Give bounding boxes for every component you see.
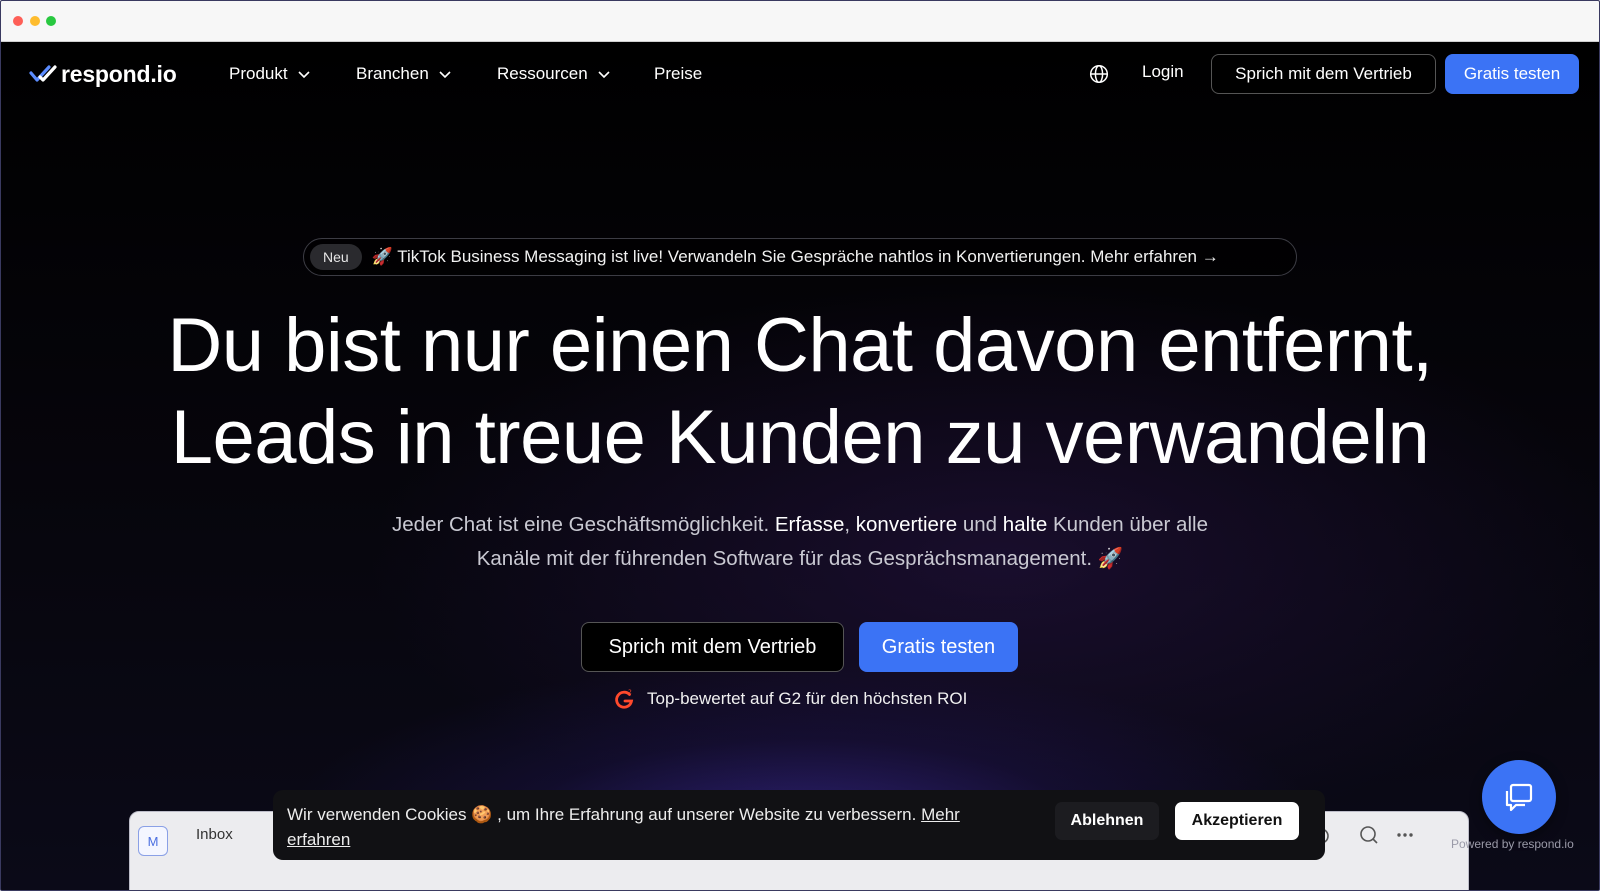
nav-item-preise[interactable]: Preise — [654, 62, 702, 86]
announcement-text: 🚀 TikTok Business Messaging ist live! Ve… — [371, 247, 1219, 266]
g2-text: Top-bewertet auf G2 für den höchsten ROI — [647, 689, 968, 708]
headline-line-1: Du bist nur einen Chat davon entfernt, — [167, 303, 1433, 388]
sub-emphasis: konvertiere — [855, 513, 958, 536]
headline-line-2: Leads in treue Kunden zu verwandeln — [170, 395, 1430, 480]
accept-cookies-button[interactable]: Akzeptieren — [1175, 802, 1299, 840]
logo-text: respond.io — [61, 60, 177, 87]
g2-rating: 2 Top-bewertet auf G2 für den höchsten R… — [613, 688, 967, 710]
respond-logo[interactable]: respond.io — [29, 59, 177, 89]
g2-logo-icon: 2 — [615, 689, 634, 709]
announcement-banner[interactable]: Neu 🚀 TikTok Business Messaging ist live… — [303, 238, 1297, 276]
nav-item-label: Produkt — [229, 64, 288, 83]
more-options-icon — [1397, 833, 1413, 837]
new-badge: Neu — [310, 244, 362, 270]
cookie-banner: Wir verwenden Cookies 🍪 , um Ihre Erfahr… — [273, 790, 1325, 860]
nav-item-ressourcen[interactable]: Ressourcen — [497, 62, 612, 86]
nav-item-label: Preise — [654, 64, 703, 83]
nav-item-produkt[interactable]: Produkt — [229, 62, 312, 86]
sub-emphasis: Erfasse — [774, 513, 845, 536]
hero-headline: Du bist nur einen Chat davon entfernt, L… — [1, 300, 1599, 484]
sub-text: und — [957, 513, 1003, 536]
decline-cookies-button[interactable]: Ablehnen — [1055, 802, 1159, 840]
globe-icon[interactable] — [1089, 64, 1109, 84]
browser-window: respond.io Produkt Branchen Ressourcen P… — [0, 0, 1600, 891]
nav-item-label: Branchen — [356, 64, 429, 83]
web-page: respond.io Produkt Branchen Ressourcen P… — [1, 42, 1599, 890]
search-icon — [1360, 826, 1378, 844]
cookie-message: Wir verwenden Cookies 🍪 , um Ihre Erfahr… — [287, 805, 922, 824]
sub-text: , — [844, 513, 856, 536]
hero-subheadline: Jeder Chat ist eine Geschäftsmöglichkeit… — [1, 508, 1599, 576]
minimize-window-button[interactable] — [30, 16, 40, 26]
login-link[interactable]: Login — [1142, 62, 1184, 82]
close-window-button[interactable] — [13, 16, 23, 26]
nav-sales-button[interactable]: Sprich mit dem Vertrieb — [1211, 54, 1436, 94]
chevron-down-icon — [439, 71, 451, 79]
sub-text-line-2: Kanäle mit der führenden Software für da… — [476, 547, 1124, 570]
sub-text: Kunden über alle — [1047, 513, 1208, 536]
logo-checkmark-icon — [29, 65, 57, 82]
cookie-text: Wir verwenden Cookies 🍪 , um Ihre Erfahr… — [287, 802, 1027, 852]
nav-trial-button[interactable]: Gratis testen — [1445, 54, 1579, 94]
workspace-avatar: M — [138, 826, 168, 856]
sub-text: Jeder Chat ist eine Geschäftsmöglichkeit… — [392, 513, 775, 536]
window-titlebar — [1, 1, 1599, 42]
svg-text:2: 2 — [628, 689, 632, 696]
hero-sales-button[interactable]: Sprich mit dem Vertrieb — [581, 622, 844, 672]
top-navigation: respond.io Produkt Branchen Ressourcen P… — [1, 42, 1599, 122]
nav-item-label: Ressourcen — [497, 64, 588, 83]
chat-bubble-icon — [1505, 783, 1533, 812]
nav-item-branchen[interactable]: Branchen — [356, 62, 453, 86]
sub-emphasis: halte — [1002, 513, 1048, 536]
powered-by-label: Powered by respond.io — [1451, 837, 1574, 851]
chat-widget-button[interactable] — [1482, 760, 1556, 834]
maximize-window-button[interactable] — [46, 16, 56, 26]
hero-trial-button[interactable]: Gratis testen — [859, 622, 1018, 672]
inbox-label: Inbox — [196, 826, 233, 843]
chevron-down-icon — [598, 71, 610, 79]
chevron-down-icon — [298, 71, 310, 79]
